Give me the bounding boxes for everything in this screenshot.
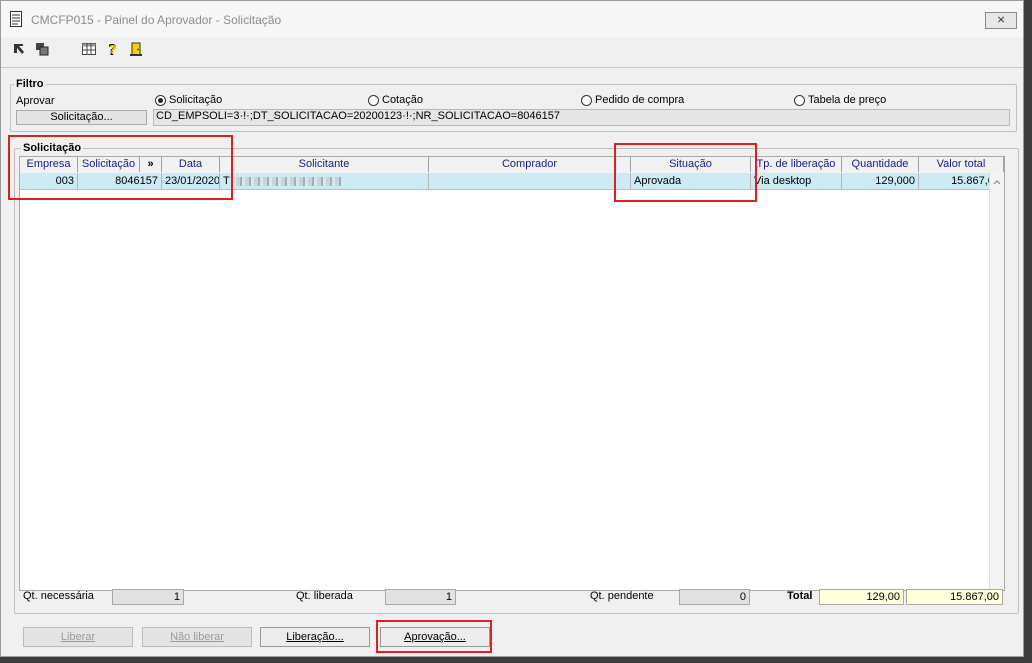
exit-icon[interactable]	[128, 41, 144, 57]
qt-necessaria-label: Qt. necessária	[23, 590, 94, 602]
total-quantidade-field: 129,00	[819, 589, 904, 605]
col-data[interactable]: Data	[162, 157, 220, 172]
cell-solicitacao: 8046157	[78, 173, 162, 189]
qt-pendente-label: Qt. pendente	[590, 590, 654, 602]
cell-quantidade: 129,000	[842, 173, 919, 189]
window-title: CMCFP015 - Painel do Aprovador - Solicit…	[31, 13, 282, 27]
solicitante-text: T	[223, 175, 230, 187]
radio-label: Cotação	[382, 94, 423, 106]
total-valor-field: 15.867,00	[906, 589, 1003, 605]
cell-situacao: Aprovada	[631, 173, 751, 189]
cell-data: 23/01/2020	[162, 173, 220, 189]
col-situacao[interactable]: Situação	[631, 157, 751, 172]
radio-label: Tabela de preço	[808, 94, 887, 106]
col-expand[interactable]: »	[140, 157, 162, 172]
windows-icon[interactable]	[34, 41, 50, 57]
toolbar: ? ?	[1, 37, 1023, 61]
document-icon	[10, 11, 22, 27]
main-window: CMCFP015 - Painel do Aprovador - Solicit…	[0, 0, 1024, 657]
radio-tabela-de-preco[interactable]: Tabela de preço	[794, 94, 886, 106]
radio-pedido-de-compra[interactable]: Pedido de compra	[581, 94, 684, 106]
qt-necessaria-field: 1	[112, 589, 184, 605]
col-valor-total[interactable]: Valor total	[919, 157, 1004, 172]
aprovacao-button[interactable]: Aprovação...	[380, 627, 490, 647]
grid-header: Empresa Solicitação » Data Solicitante C…	[20, 157, 1004, 174]
cell-solicitante: T	[220, 173, 429, 189]
aprovar-label: Aprovar	[16, 95, 55, 107]
title-bar: CMCFP015 - Painel do Aprovador - Solicit…	[1, 1, 1023, 37]
help-icon[interactable]: ? ?	[105, 41, 121, 57]
qt-liberada-label: Qt. liberada	[296, 590, 353, 602]
liberar-button[interactable]: Liberar	[23, 627, 133, 647]
table-icon[interactable]	[81, 41, 97, 57]
qt-pendente-field: 0	[679, 589, 750, 605]
solicitacao-legend: Solicitação	[21, 142, 84, 154]
radio-solicitacao[interactable]: Solicitação	[155, 94, 222, 106]
table-row[interactable]: 003 8046157 23/01/2020 T Aprovada Via de…	[20, 173, 1004, 190]
svg-text:?: ?	[110, 43, 117, 57]
cell-tp-liberacao: Via desktop	[751, 173, 842, 189]
liberar-label: Liberar	[60, 631, 96, 643]
col-comprador[interactable]: Comprador	[429, 157, 631, 172]
solicitacao-grid[interactable]: Empresa Solicitação » Data Solicitante C…	[19, 156, 1005, 591]
filter-legend: Filtro	[14, 78, 46, 90]
filter-expression-field[interactable]: CD_EMPSOLI=3·!·;DT_SOLICITACAO=20200123·…	[153, 109, 1010, 126]
liberacao-label: Liberação...	[286, 631, 344, 643]
total-label: Total	[787, 590, 813, 602]
nao-liberar-label: Não liberar	[170, 631, 224, 643]
radio-dot	[155, 94, 166, 106]
col-solicitante[interactable]: Solicitante	[220, 157, 429, 172]
scroll-up-icon[interactable]	[990, 177, 1004, 187]
radio-cotacao[interactable]: Cotação	[368, 94, 423, 106]
nao-liberar-button[interactable]: Não liberar	[142, 627, 252, 647]
cell-comprador	[429, 173, 631, 189]
radio-dot	[581, 94, 592, 106]
vertical-scrollbar[interactable]	[989, 173, 1004, 590]
radio-dot	[368, 94, 379, 106]
liberacao-button[interactable]: Liberação...	[260, 627, 370, 647]
col-tp-liberacao[interactable]: Tp. de liberação	[751, 157, 842, 172]
aprovacao-label: Aprovação...	[404, 631, 466, 643]
col-quantidade[interactable]: Quantidade	[842, 157, 919, 172]
solicitacao-filter-button[interactable]: Solicitação...	[16, 110, 147, 125]
qt-liberada-field: 1	[385, 589, 456, 605]
cell-empresa: 003	[20, 173, 78, 189]
separator	[1, 67, 1023, 68]
radio-dot	[794, 94, 805, 106]
arrow-icon[interactable]	[11, 41, 27, 57]
blurred-name	[235, 176, 341, 186]
radio-label: Pedido de compra	[595, 94, 685, 106]
col-empresa[interactable]: Empresa	[20, 157, 78, 172]
radio-label: Solicitação	[169, 94, 223, 106]
col-solicitacao[interactable]: Solicitação	[78, 157, 140, 172]
close-button[interactable]: ⨯	[985, 12, 1017, 29]
